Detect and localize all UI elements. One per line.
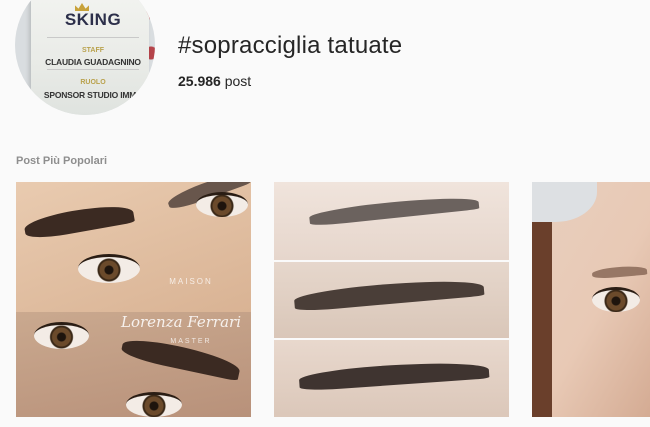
post-2-photo-strip-3: [274, 338, 509, 417]
top-post-3[interactable]: [532, 182, 650, 417]
top-post-1[interactable]: MAISON Lorenza Ferrari MASTER: [16, 182, 251, 417]
watermark-master: MASTER: [170, 338, 212, 345]
post-1-top-photo: [16, 182, 251, 312]
eye: [78, 254, 140, 283]
top-posts-heading: Post Più Popolari: [16, 155, 108, 167]
top-post-2[interactable]: [274, 182, 509, 417]
post-2-photo-strip-1: [274, 182, 509, 260]
eyebrow: [298, 358, 490, 392]
badge-divider: [47, 37, 139, 38]
eyebrow: [308, 193, 480, 227]
hashtag-avatar: SKING STAFF CLAUDIA GUADAGNINO RUOLO SPO…: [15, 0, 155, 115]
eye: [196, 192, 248, 217]
eyebrow: [591, 264, 648, 280]
eye: [126, 392, 182, 417]
post-count-label: post: [224, 73, 252, 89]
post-count-number: 25.986: [178, 73, 221, 89]
eye: [592, 287, 640, 312]
watermark-maison: MAISON: [169, 277, 213, 286]
hashtag-title: #sopracciglia tatuate: [178, 32, 403, 59]
eye: [34, 322, 89, 349]
watermark-name: Lorenza Ferrari: [120, 313, 242, 331]
badge-staff-label: STAFF: [81, 47, 105, 54]
badge-role-value: SPONSOR STUDIO IMMA: [43, 90, 143, 100]
badge-divider: [47, 69, 139, 70]
hair: [532, 222, 552, 417]
badge-logo: SKING: [64, 10, 122, 29]
hair-cap: [532, 182, 597, 222]
eyebrow: [293, 275, 485, 313]
post-3-photo: [532, 182, 650, 417]
badge-role-label: RUOLO: [80, 79, 106, 86]
eyebrow: [22, 200, 136, 242]
post-count: 25.986 post: [178, 73, 251, 89]
post-2-photo-strip-2: [274, 260, 509, 340]
badge-staff-name: CLAUDIA GUADAGNINO: [45, 57, 141, 67]
